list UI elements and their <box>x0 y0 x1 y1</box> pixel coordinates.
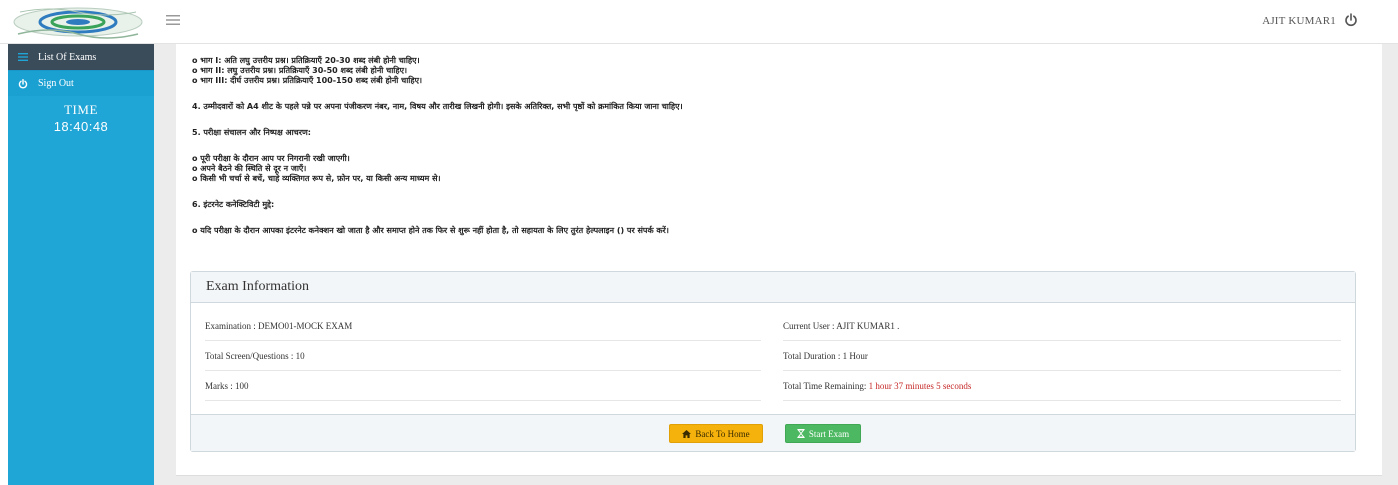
current-user-field: Current User : AJIT KUMAR1 . <box>783 312 1341 341</box>
power-icon <box>18 78 32 89</box>
time-remaining-label: Total Time Remaining: <box>783 381 869 391</box>
top-bar: AJIT KUMAR1 <box>0 0 1398 44</box>
instructions-panel: o भाग I: अति लघु उत्तरीय प्रश्न। प्रतिक्… <box>176 44 1382 476</box>
total-duration-field: Total Duration : 1 Hour <box>783 342 1341 371</box>
time-label: TIME <box>64 102 98 117</box>
total-questions-field: Total Screen/Questions : 10 <box>205 342 761 371</box>
sidebar-item-sign-out[interactable]: Sign Out <box>8 70 154 96</box>
back-to-home-button[interactable]: Back To Home <box>669 424 763 443</box>
sidebar-item-label: Sign Out <box>38 78 74 89</box>
logout-power-icon[interactable] <box>1344 13 1358 27</box>
marks-field: Marks : 100 <box>205 372 761 401</box>
logo-icon <box>13 7 143 39</box>
instructions-text: o भाग I: अति लघु उत्तरीय प्रश्न। प्रतिक्… <box>192 56 1372 236</box>
back-to-home-label: Back To Home <box>695 428 750 439</box>
sidebar-item-label: List Of Exams <box>38 51 97 63</box>
start-exam-button[interactable]: Start Exam <box>785 424 861 443</box>
main-content: o भाग I: अति लघु उत्तरीय प्रश्न। प्रतिक्… <box>154 44 1398 485</box>
user-name: AJIT KUMAR1 <box>1262 15 1336 27</box>
time-remaining-field: Total Time Remaining: 1 hour 37 minutes … <box>783 372 1341 401</box>
examination-field: Examination : DEMO01-MOCK EXAM <box>205 312 761 341</box>
exam-info-footer: Back To Home Start Exam <box>191 414 1355 451</box>
menu-toggle-icon[interactable] <box>166 11 186 31</box>
home-icon <box>682 429 692 438</box>
clock-value: 18:40:48 <box>53 119 109 134</box>
hourglass-icon <box>797 429 805 438</box>
instruction-line: o भाग II: लघु उत्तरीय प्रश्न। प्रतिक्रिय… <box>192 66 408 75</box>
instruction-line: o भाग I: अति लघु उत्तरीय प्रश्न। प्रतिक्… <box>192 56 420 65</box>
start-exam-label: Start Exam <box>808 428 850 439</box>
exam-info-card: Exam Information Examination : DEMO01-MO… <box>190 271 1356 452</box>
exam-info-title: Exam Information <box>191 272 1355 303</box>
instruction-line: o भाग III: दीर्घ उत्तरीय प्रश्न। प्रतिक्… <box>192 76 423 85</box>
instruction-line: o अपने बैठने की स्थिति से दूर न जाएँ। <box>192 164 307 173</box>
sidebar-item-list-of-exams[interactable]: List Of Exams <box>8 44 154 70</box>
list-icon <box>18 53 32 61</box>
instruction-line: o पूरी परीक्षा के दौरान आप पर निगरानी रख… <box>192 154 350 163</box>
sidebar: List Of Exams Sign Out TIME 18:40:48 <box>8 44 154 485</box>
instruction-line: 4. उम्मीदवारों को A4 शीट के पहले पन्ने प… <box>192 102 683 111</box>
instruction-heading: 6. इंटरनेट कनेक्टिविटी मुद्दे: <box>192 200 275 209</box>
instruction-line: o किसी भी चर्चा से बचें, चाहे व्यक्तिगत … <box>192 174 441 183</box>
instruction-heading: 5. परीक्षा संचालन और निष्पक्ष आचरण: <box>192 128 311 137</box>
time-remaining-value: 1 hour 37 minutes 5 seconds <box>868 381 972 391</box>
instruction-line: o यदि परीक्षा के दौरान आपका इंटरनेट कनेक… <box>192 226 669 235</box>
